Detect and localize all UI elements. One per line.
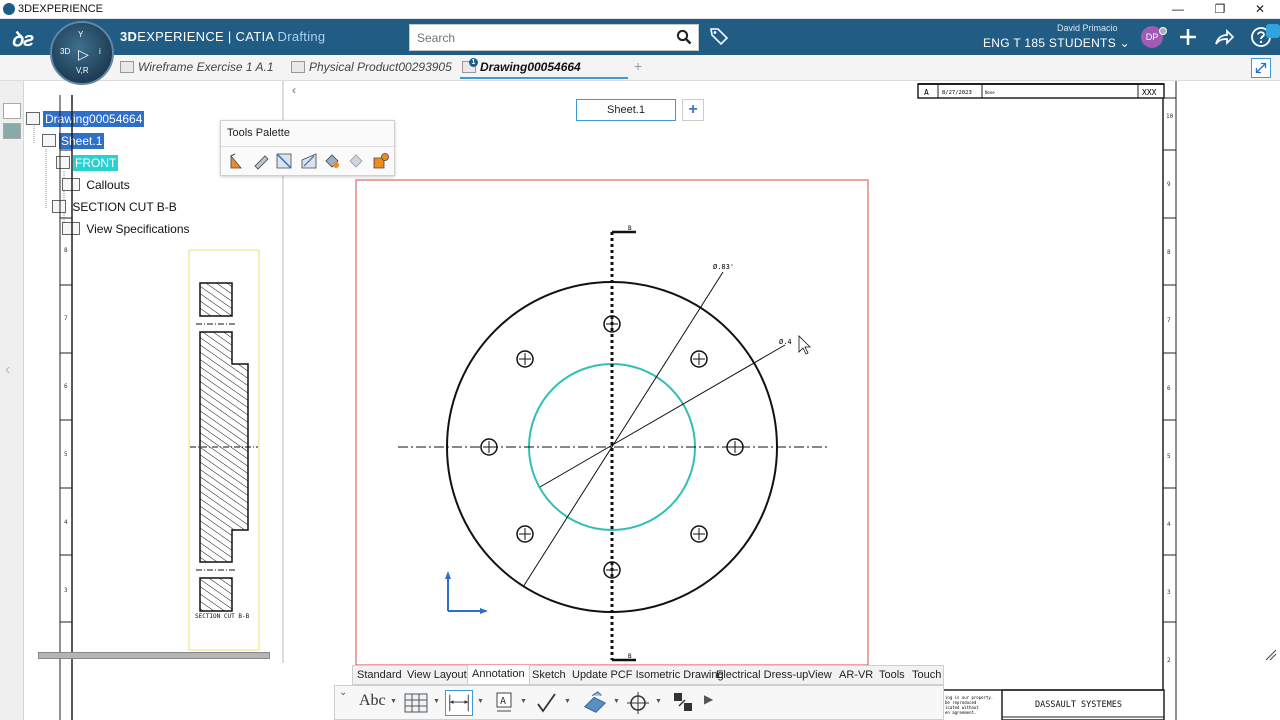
chevron-down-icon[interactable]: ⌄ xyxy=(339,687,347,713)
ruler-label: 7 xyxy=(1167,317,1171,324)
dropdown-arrow-icon[interactable]: ▼ xyxy=(477,698,484,705)
play-icon[interactable]: ▷ xyxy=(78,46,89,63)
rev-date: 8/27/2023 xyxy=(942,90,972,96)
ruler-label: 6 xyxy=(1167,385,1171,392)
dropdown-arrow-icon[interactable]: ▼ xyxy=(655,698,662,705)
rev-code: XXX xyxy=(1142,88,1157,97)
text-tool-button[interactable]: Abc xyxy=(359,692,386,718)
tab-view-layout[interactable]: View Layout xyxy=(407,669,467,681)
action-bar-tools: ⌄ Abc ▼ ▼ ▼ A ▼ ▼ ▼ ▼ ▶ xyxy=(334,685,944,720)
dropdown-arrow-icon[interactable]: ▼ xyxy=(613,698,620,705)
mouse-cursor-icon xyxy=(798,335,811,355)
cut-view-tool-icon[interactable] xyxy=(229,152,247,170)
dimension-leader-small[interactable] xyxy=(539,344,786,488)
front-view[interactable]: B B Ø.83' Ø.4 xyxy=(355,179,869,666)
section-caption: SECTION CUT B-B xyxy=(195,613,250,620)
ruler-label: 5 xyxy=(64,451,68,458)
action-bar-tabs: Standard View Layout Annotation Sketch U… xyxy=(352,665,944,685)
revision-table: A 8/27/2023 None XXX xyxy=(917,83,1165,99)
company-name: DASSAULT SYSTEMES xyxy=(1035,700,1122,710)
compass-i-label[interactable]: i xyxy=(99,47,101,56)
compass-3d-label[interactable]: 3D xyxy=(60,47,70,56)
tree-horizontal-scrollbar[interactable] xyxy=(38,652,270,659)
tab-touch[interactable]: Touch xyxy=(912,669,941,681)
sheet-tab[interactable]: Sheet.1 xyxy=(576,99,676,121)
dimension-tool-icon[interactable] xyxy=(445,690,473,716)
ruler-label: 5 xyxy=(1167,453,1171,460)
dropdown-arrow-icon[interactable]: ▼ xyxy=(433,698,440,705)
roughness-symbol-icon[interactable] xyxy=(535,690,559,716)
section-marker-top: B xyxy=(628,225,632,232)
expand-toolbar-icon[interactable]: ▶ xyxy=(704,692,713,718)
svg-text:A: A xyxy=(500,696,506,707)
ruler-label: 7 xyxy=(64,315,68,322)
table-tool-icon[interactable] xyxy=(403,690,429,716)
dimension-text-small[interactable]: Ø.4 xyxy=(779,338,792,346)
compass-vr-label[interactable]: V,R xyxy=(76,66,89,75)
ruler-label: 3 xyxy=(64,587,68,594)
break-view-tool-icon[interactable] xyxy=(275,152,293,170)
section-view[interactable]: SECTION CUT B-B xyxy=(188,249,260,651)
ruler-label: 8 xyxy=(64,247,68,254)
resize-grip-icon[interactable] xyxy=(1265,649,1277,661)
weld-symbol-icon[interactable] xyxy=(580,690,610,716)
ruler-label: 4 xyxy=(64,519,68,526)
tab-standard[interactable]: Standard xyxy=(357,669,402,681)
broken-out-view-tool-icon[interactable] xyxy=(347,152,365,170)
title-block: DASSAULT SYSTEMES ing is our property. b… xyxy=(944,689,1165,720)
dropdown-arrow-icon[interactable]: ▼ xyxy=(390,698,397,705)
tab-annotation[interactable]: Annotation xyxy=(467,665,530,684)
axis-indicator-icon xyxy=(445,571,488,614)
ruler-label: 9 xyxy=(1167,181,1171,188)
detail-view-tool-icon[interactable] xyxy=(300,152,318,170)
compass-widget[interactable]: Y 3D ▷ i V,R xyxy=(50,21,114,85)
dimension-text-large[interactable]: Ø.83' xyxy=(713,263,734,271)
tab-view[interactable]: View xyxy=(808,669,832,681)
ruler-tool-icon[interactable] xyxy=(252,152,270,170)
ruler-label: 8 xyxy=(1167,249,1171,256)
center-mark-icon[interactable] xyxy=(625,690,651,716)
tab-electrical-dress-up[interactable]: Electrical Dress-up xyxy=(716,669,808,681)
add-sheet-button[interactable]: + xyxy=(682,99,704,121)
projection-view-tool-icon[interactable] xyxy=(372,152,390,170)
ruler-label: 4 xyxy=(1167,521,1171,528)
ruler-label: 3 xyxy=(1167,589,1171,596)
tab-tools[interactable]: Tools xyxy=(879,669,905,681)
tools-palette-title: Tools Palette xyxy=(227,127,290,139)
ruler-label: 2 xyxy=(1167,657,1171,664)
rev-desc: None xyxy=(985,90,995,95)
dropdown-arrow-icon[interactable]: ▼ xyxy=(520,698,527,705)
tab-ar-vr[interactable]: AR-VR xyxy=(839,669,873,681)
compass-y-label: Y xyxy=(78,30,84,39)
clip-view-tool-icon[interactable] xyxy=(323,152,341,170)
text-frame-tool-icon[interactable]: A xyxy=(493,690,515,716)
tab-sketch[interactable]: Sketch xyxy=(532,669,566,681)
ruler-label: 10 xyxy=(1166,113,1174,120)
balloon-tool-icon[interactable] xyxy=(671,690,695,716)
tab-update-pcf[interactable]: Update PCF Isometric Drawing xyxy=(572,669,724,681)
dropdown-arrow-icon[interactable]: ▼ xyxy=(564,698,571,705)
tools-palette[interactable]: Tools Palette xyxy=(220,120,396,176)
ruler-label: 6 xyxy=(64,383,68,390)
section-marker-bottom: B xyxy=(628,653,632,660)
rev-letter: A xyxy=(924,88,929,97)
note-line: en agreement. xyxy=(945,710,976,715)
